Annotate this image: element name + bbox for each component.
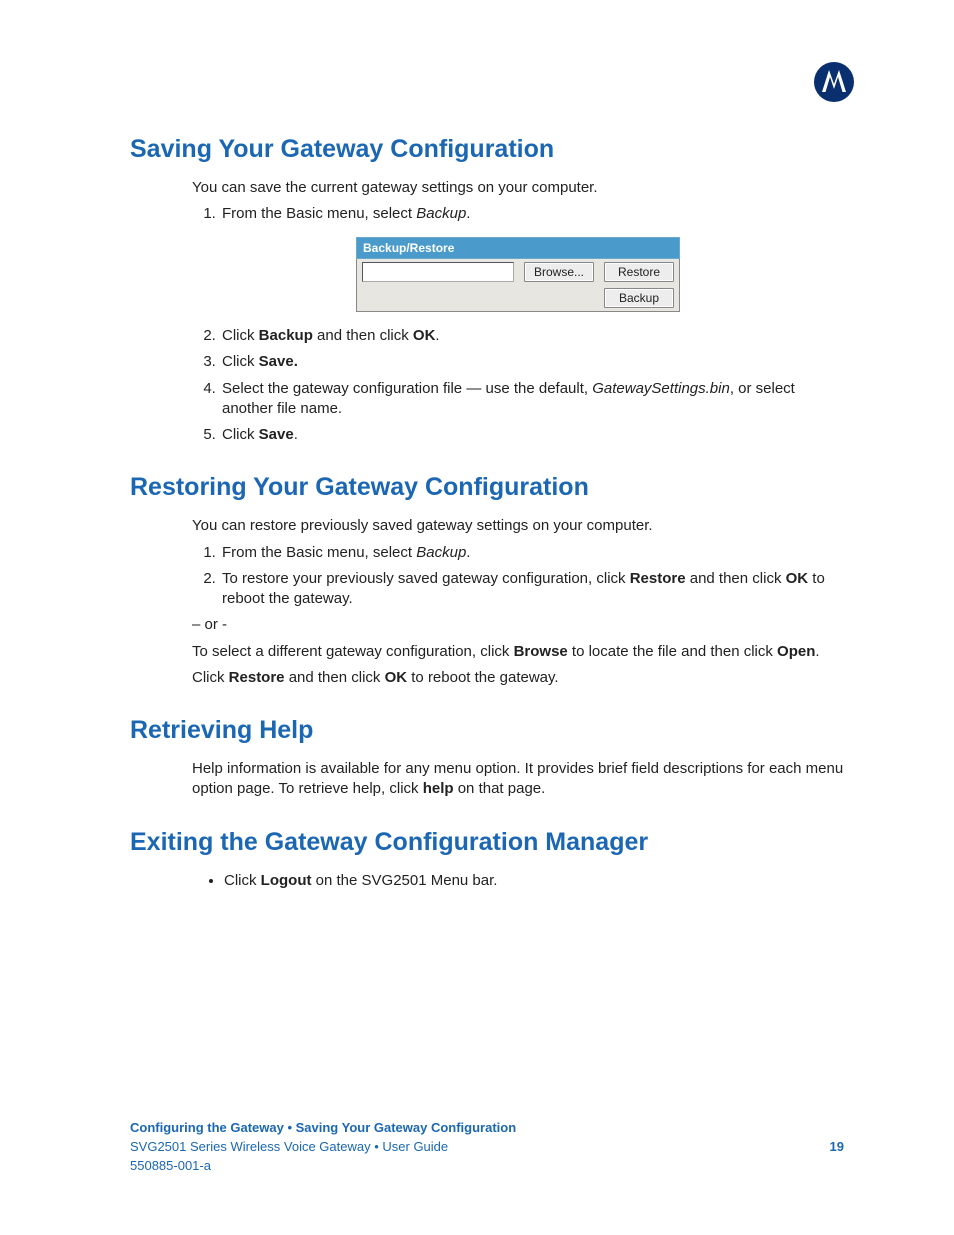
section-saving: Saving Your Gateway Configuration You ca… xyxy=(130,135,844,445)
saving-step-4: Select the gateway configuration file — … xyxy=(220,379,844,420)
heading-saving: Saving Your Gateway Configuration xyxy=(130,135,844,164)
saving-step-5: Click Save. xyxy=(220,425,844,445)
exiting-step: Click Logout on the SVG2501 Menu bar. xyxy=(224,871,844,891)
saving-intro: You can save the current gateway setting… xyxy=(192,178,844,198)
section-exiting: Exiting the Gateway Configuration Manage… xyxy=(130,828,844,891)
restore-button[interactable]: Restore xyxy=(604,262,674,282)
file-path-input[interactable] xyxy=(362,262,514,282)
footer-breadcrumb: Configuring the Gateway • Saving Your Ga… xyxy=(130,1120,844,1135)
restoring-alt-restore: Click Restore and then click OK to reboo… xyxy=(192,668,844,688)
footer-doc-number: 550885-001-a xyxy=(130,1158,844,1173)
footer-guide-title: SVG2501 Series Wireless Voice Gateway • … xyxy=(130,1139,448,1154)
restoring-alt-browse: To select a different gateway configurat… xyxy=(192,642,844,662)
restoring-step-2: To restore your previously saved gateway… xyxy=(220,569,844,610)
restoring-intro: You can restore previously saved gateway… xyxy=(192,516,844,536)
heading-exiting: Exiting the Gateway Configuration Manage… xyxy=(130,828,844,857)
motorola-logo-icon xyxy=(814,62,854,102)
saving-step-3: Click Save. xyxy=(220,352,844,372)
help-paragraph: Help information is available for any me… xyxy=(192,759,844,800)
backup-button[interactable]: Backup xyxy=(604,288,674,308)
heading-restoring: Restoring Your Gateway Configuration xyxy=(130,473,844,502)
restoring-step-1: From the Basic menu, select Backup. xyxy=(220,543,844,563)
widget-title: Backup/Restore xyxy=(357,237,680,258)
backup-restore-widget: Backup/Restore Browse... Restore Backup xyxy=(356,237,680,313)
page-footer: Configuring the Gateway • Saving Your Ga… xyxy=(130,1120,844,1173)
section-help: Retrieving Help Help information is avai… xyxy=(130,716,844,800)
saving-step-1: From the Basic menu, select Backup. xyxy=(220,204,844,224)
restoring-or: – or - xyxy=(192,615,844,635)
browse-button[interactable]: Browse... xyxy=(524,262,594,282)
heading-help: Retrieving Help xyxy=(130,716,844,745)
saving-step-2: Click Backup and then click OK. xyxy=(220,326,844,346)
section-restoring: Restoring Your Gateway Configuration You… xyxy=(130,473,844,688)
page-number: 19 xyxy=(830,1139,844,1154)
